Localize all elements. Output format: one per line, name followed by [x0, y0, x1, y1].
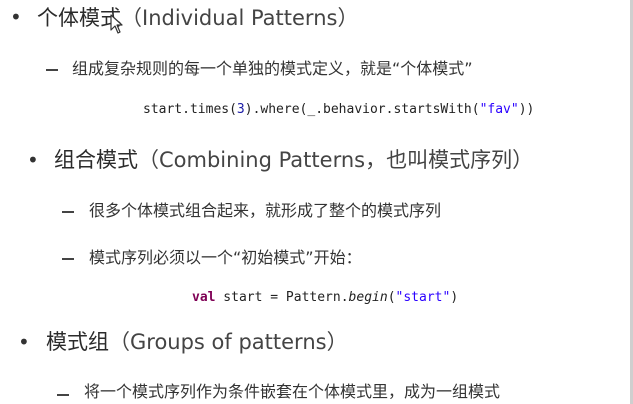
- dash-icon: [62, 258, 74, 260]
- combining-patterns-description: 很多个体模式组合起来，就形成了整个的模式序列: [89, 201, 442, 220]
- bullet-icon: •: [27, 148, 39, 172]
- code-line-begin: val start = Pattern.begin("start"): [192, 290, 459, 305]
- heading-english: （Combining Patterns，也叫模式序列）: [138, 148, 534, 172]
- bullet-icon: •: [10, 5, 22, 29]
- section-heading-combining-patterns: 组合模式（Combining Patterns，也叫模式序列）: [54, 147, 533, 173]
- initial-pattern-note: 模式序列必须以一个“初始模式”开始：: [89, 248, 362, 267]
- bullet-icon: •: [18, 330, 30, 354]
- heading-english: （Individual Patterns）: [121, 6, 359, 30]
- section-heading-groups-of-patterns: 模式组（Groups of patterns）: [46, 329, 348, 355]
- individual-patterns-description: 组成复杂规则的每一个单独的模式定义，就是“个体模式”: [72, 59, 473, 78]
- groups-of-patterns-description: 将一个模式序列作为条件嵌套在个体模式里，成为一组模式: [84, 382, 501, 401]
- dash-icon: [57, 394, 69, 396]
- heading-text: 组合模式: [54, 148, 138, 172]
- heading-english: （Groups of patterns）: [109, 330, 348, 354]
- dash-icon: [62, 211, 74, 213]
- heading-text: 模式组: [46, 330, 109, 354]
- heading-text: 个体模式: [37, 6, 121, 30]
- mouse-pointer-icon: [110, 14, 123, 34]
- section-heading-individual-patterns: 个体模式（Individual Patterns）: [37, 5, 358, 31]
- code-line-individual: start.times(3).where(_.behavior.startsWi…: [143, 102, 535, 117]
- dash-icon: [46, 69, 58, 71]
